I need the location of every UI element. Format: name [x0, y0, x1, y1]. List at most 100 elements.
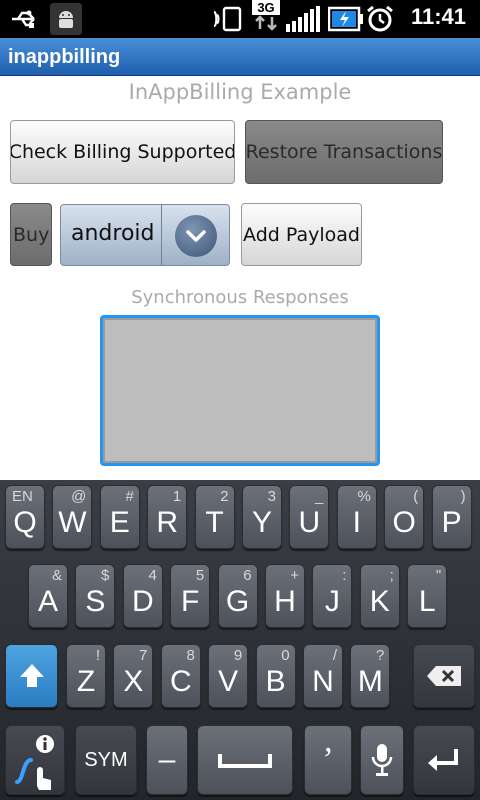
- key-z[interactable]: ! Z: [66, 644, 106, 708]
- clock: 11:41: [410, 4, 466, 29]
- sync-responses-label: Synchronous Responses: [131, 287, 349, 308]
- key-n[interactable]: / N: [303, 644, 343, 708]
- key-primary-char: B: [265, 665, 286, 698]
- key-q[interactable]: EN Q: [5, 485, 45, 549]
- key-secondary-char: 2: [220, 488, 229, 505]
- sym-label: SYM: [84, 748, 128, 771]
- info-swype-icon: [6, 726, 64, 794]
- key-primary-char: F: [181, 585, 200, 618]
- buy-label: Buy: [13, 223, 50, 246]
- key-primary-char: O: [392, 506, 416, 539]
- dash-key[interactable]: –: [146, 725, 188, 795]
- shift-arrow-icon: [6, 645, 57, 707]
- key-primary-char: Z: [76, 665, 96, 698]
- check-billing-button[interactable]: Check Billing Supported: [10, 120, 235, 184]
- key-primary-char: I: [352, 506, 361, 539]
- key-secondary-char: ;: [389, 567, 394, 584]
- key-i[interactable]: % I: [336, 485, 377, 549]
- enter-icon: [414, 726, 474, 794]
- key-secondary-char: :: [342, 567, 347, 584]
- check-billing-label: Check Billing Supported: [10, 141, 235, 163]
- product-spinner[interactable]: android: [60, 204, 230, 266]
- quote-key[interactable]: ’: [304, 725, 352, 795]
- key-primary-char: E: [109, 506, 130, 539]
- key-primary-char: H: [274, 585, 296, 618]
- key-p[interactable]: ) P: [431, 485, 472, 549]
- key-s[interactable]: $ S: [75, 564, 116, 628]
- key-secondary-char: 5: [195, 567, 205, 584]
- key-l[interactable]: " L: [407, 564, 448, 628]
- sync-responses-box[interactable]: [100, 315, 380, 466]
- add-payload-label: Add Payload: [243, 223, 360, 246]
- key-secondary-char: ": [435, 567, 442, 584]
- key-primary-char: C: [169, 665, 192, 698]
- android-debug-icon: [50, 3, 82, 35]
- key-k[interactable]: ; K: [359, 564, 400, 628]
- buy-button[interactable]: Buy: [10, 203, 52, 266]
- backspace-key[interactable]: [413, 644, 475, 708]
- key-primary-char: N: [312, 665, 334, 698]
- key-c[interactable]: 8C: [160, 644, 201, 708]
- shift-key[interactable]: [5, 644, 58, 708]
- dash-label: –: [158, 743, 176, 776]
- key-primary-char: D: [131, 585, 154, 618]
- key-t[interactable]: 2T: [194, 485, 235, 549]
- key-secondary-char: #: [125, 488, 134, 505]
- restore-transactions-label: Restore Transactions: [245, 141, 443, 163]
- key-primary-char: R: [156, 506, 179, 539]
- chevron-down-icon[interactable]: [175, 215, 217, 257]
- key-r[interactable]: 1R: [147, 485, 188, 549]
- usb-icon: [10, 6, 40, 32]
- spinner-divider: [161, 205, 162, 265]
- key-secondary-char: $: [101, 567, 110, 584]
- restore-transactions-button[interactable]: Restore Transactions: [245, 120, 443, 184]
- key-primary-char: V: [218, 665, 239, 698]
- key-primary-char: M: [357, 665, 383, 698]
- voice-input-key[interactable]: [360, 725, 404, 795]
- key-g[interactable]: 6G: [217, 564, 258, 628]
- signal-icon: [286, 6, 322, 32]
- key-o[interactable]: (O: [384, 485, 425, 549]
- status-bar: 3G 11:41: [0, 0, 480, 38]
- key-secondary-char: 1: [172, 488, 182, 505]
- key-x[interactable]: 7X: [113, 644, 154, 708]
- key-v[interactable]: 9V: [208, 644, 249, 708]
- key-a[interactable]: & A: [28, 564, 68, 628]
- space-icon: [198, 726, 292, 794]
- key-secondary-char: 7: [139, 647, 148, 664]
- key-primary-char: K: [369, 585, 390, 618]
- key-primary-char: L: [418, 585, 436, 618]
- key-h[interactable]: + H: [265, 564, 305, 628]
- key-secondary-char: %: [357, 488, 371, 505]
- key-d[interactable]: 4D: [122, 564, 163, 628]
- key-secondary-char: 6: [243, 567, 252, 584]
- page-heading: InAppBilling Example: [128, 80, 352, 104]
- key-secondary-char: +: [290, 567, 299, 584]
- sym-key[interactable]: SYM: [75, 725, 137, 795]
- key-u[interactable]: _ U: [289, 485, 330, 549]
- space-key[interactable]: [197, 725, 293, 795]
- key-secondary-char: (: [413, 488, 419, 505]
- input-settings-key[interactable]: [5, 725, 65, 795]
- key-j[interactable]: :J: [312, 564, 353, 628]
- key-primary-char: T: [205, 506, 224, 539]
- 3g-icon: 3G: [252, 0, 280, 31]
- key-language-label: EN: [12, 488, 33, 505]
- key-primary-char: G: [225, 585, 250, 618]
- key-secondary-char: &: [51, 567, 62, 584]
- key-y[interactable]: 3Y: [242, 485, 282, 549]
- product-spinner-value: android: [71, 221, 155, 246]
- enter-key[interactable]: [413, 725, 475, 795]
- key-primary-char: Q: [13, 506, 37, 539]
- key-w[interactable]: @ W: [52, 485, 93, 549]
- key-f[interactable]: 5F: [170, 564, 211, 628]
- key-m[interactable]: ? M: [350, 644, 391, 708]
- key-primary-char: U: [298, 506, 321, 539]
- key-b[interactable]: 0B: [255, 644, 296, 708]
- key-primary-char: W: [58, 506, 87, 539]
- add-payload-button[interactable]: Add Payload: [241, 203, 362, 266]
- alarm-icon: [366, 5, 394, 32]
- key-e[interactable]: # E: [99, 485, 140, 549]
- quote-label: ’: [322, 741, 334, 778]
- svg-text:3G: 3G: [257, 0, 274, 15]
